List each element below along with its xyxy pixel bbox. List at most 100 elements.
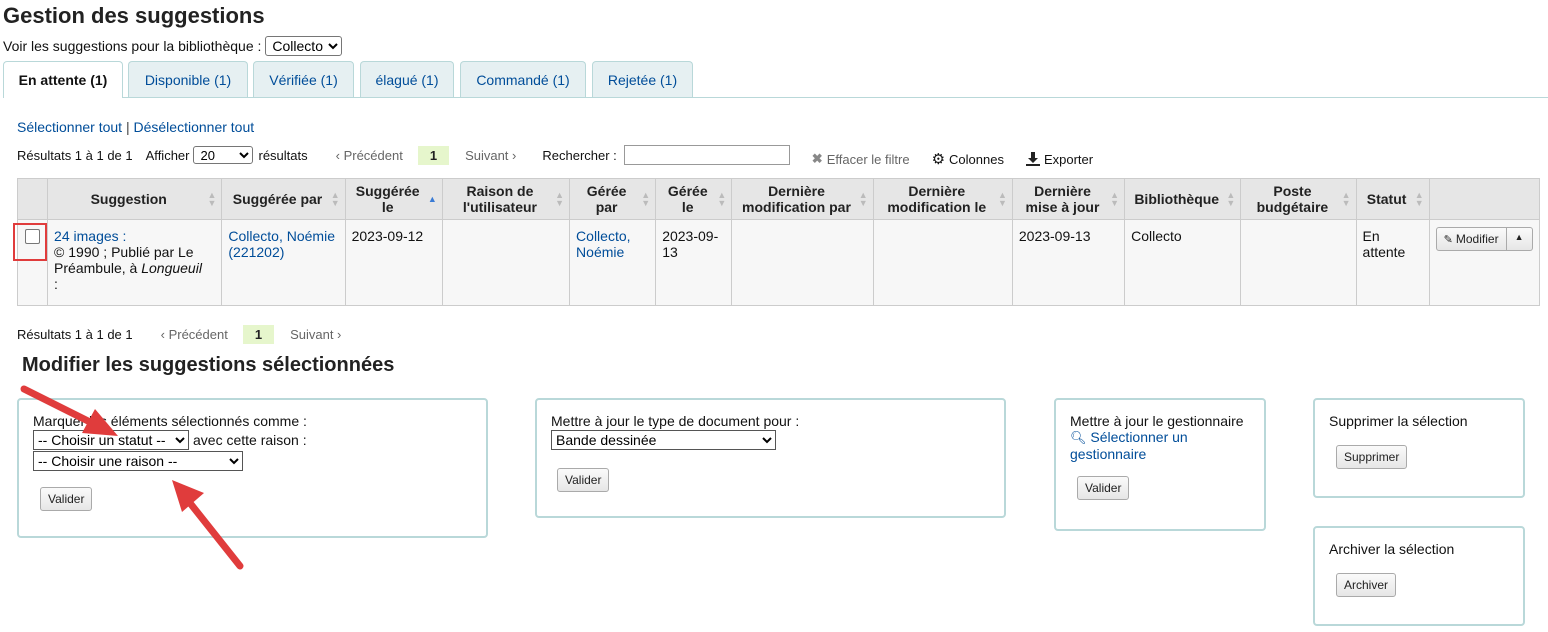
modify-label: Modifier [1455, 232, 1499, 246]
header-last-update[interactable]: Dernière mise à jour ▲ ▼ [1011, 178, 1126, 220]
header-managed-date[interactable]: Gérée le ▲ ▼ [655, 178, 733, 220]
managed-by-link[interactable]: Collecto, Noémie [576, 228, 630, 260]
search-input[interactable] [623, 145, 790, 165]
header-status[interactable]: Statut ▲ ▼ [1355, 178, 1430, 220]
reason-cell [441, 219, 571, 306]
bottom-prev-button[interactable]: ‹ Précédent [161, 327, 228, 342]
action-group: ✎ Modifier ▲ [1435, 227, 1533, 251]
pencil-icon: ✎ [1443, 233, 1453, 246]
clear-filter-label: Effacer le filtre [826, 151, 910, 167]
header-lastmod-by[interactable]: Dernière modification par ▲ ▼ [731, 178, 874, 220]
suggested-by-link[interactable]: Collecto, Noémie (221202) [228, 228, 335, 260]
reason-label: avec cette raison : [193, 432, 307, 448]
search-icon: 🔍︎ [1070, 430, 1087, 445]
modify-section-title: Modifier les suggestions sélectionnées [22, 354, 395, 376]
suggestion-title-link[interactable]: 24 images : [54, 228, 126, 244]
library-label: Voir les suggestions pour la bibliothèqu… [3, 38, 262, 54]
suggested-date-cell: 2023-09-12 [344, 219, 443, 306]
doctype-panel: Mettre à jour le type de document pour :… [535, 398, 1006, 518]
library-filter: Voir les suggestions pour la bibliothèqu… [3, 36, 343, 56]
budget-cell [1240, 219, 1357, 306]
suggestion-trail: : [54, 276, 58, 292]
separator: | [125, 119, 130, 135]
caret-up-icon[interactable]: ▲ [1506, 227, 1533, 251]
delete-button[interactable]: Supprimer [1336, 445, 1408, 469]
managed-by-cell: Collecto, Noémie [569, 219, 657, 306]
lastmod-date-cell [872, 219, 1013, 306]
suggested-by-cell: Collecto, Noémie (221202) [221, 219, 346, 306]
status-tabs: En attente (1) Disponible (1) Vérifiée (… [3, 61, 1548, 98]
status-submit-button[interactable]: Valider [40, 487, 93, 511]
header-user-reason[interactable]: Raison de l'utilisateur ▲ ▼ [441, 178, 571, 220]
modify-button[interactable]: ✎ Modifier [1435, 227, 1507, 251]
header-lastmod-date[interactable]: Dernière modification le ▲ ▼ [872, 178, 1013, 220]
next-button[interactable]: Suivant › [465, 148, 516, 163]
manager-label: Mettre à jour le gestionnaire [1070, 413, 1244, 429]
last-update-cell: 2023-09-13 [1011, 219, 1126, 306]
header-suggested-by[interactable]: Suggérée par ▲ ▼ [221, 178, 346, 220]
header-suggestion[interactable]: Suggestion ▲ ▼ [47, 178, 223, 220]
bottom-results-count: Résultats 1 à 1 de 1 [17, 327, 133, 342]
bottom-pager: Résultats 1 à 1 de 1 ‹ Précédent 1 Suiva… [17, 325, 341, 344]
manager-panel: Mettre à jour le gestionnaire 🔍︎ Sélecti… [1054, 398, 1266, 531]
select-manager-label: Sélectionner un gestionnaire [1070, 429, 1188, 462]
actions-cell: ✎ Modifier ▲ [1428, 219, 1541, 306]
checkbox-highlight [13, 223, 47, 261]
results-count: Résultats 1 à 1 de 1 [17, 147, 133, 163]
bottom-page-number[interactable]: 1 [242, 325, 275, 344]
archive-button[interactable]: Archiver [1336, 573, 1397, 597]
lastmod-by-cell [731, 219, 874, 306]
selection-links: Sélectionner tout | Désélectionner tout [17, 119, 254, 135]
header-managed-by[interactable]: Gérée par ▲ ▼ [569, 178, 657, 220]
header-library[interactable]: Bibliothèque ▲ ▼ [1124, 178, 1242, 220]
delete-panel: Supprimer la sélection Supprimer [1313, 398, 1525, 498]
delete-label: Supprimer la sélection [1329, 413, 1468, 429]
export-button[interactable]: Exporter [1025, 151, 1094, 167]
library-cell: Collecto [1124, 219, 1242, 306]
tab-disponible[interactable]: Disponible (1) [128, 61, 248, 97]
tab-verifiee[interactable]: Vérifiée (1) [253, 61, 354, 97]
search-label: Rechercher : [542, 147, 617, 163]
columns-button[interactable]: ⚙ Colonnes [932, 150, 1004, 168]
export-label: Exporter [1043, 151, 1094, 167]
tab-rejetee[interactable]: Rejetée (1) [592, 61, 693, 97]
suggestion-place: Longueuil [141, 260, 202, 276]
status-panel-label: Marquer les éléments sélectionnés comme … [33, 413, 307, 429]
table-header-row: Suggestion ▲ ▼ Suggérée par ▲ ▼ Suggérée le ▲… [16, 178, 1541, 220]
page-number[interactable]: 1 [417, 145, 450, 165]
page-size-select[interactable]: 20 [193, 146, 254, 164]
select-all-link[interactable]: Sélectionner tout [17, 119, 122, 135]
results-label: résultats [258, 147, 308, 163]
columns-label: Colonnes [949, 151, 1004, 167]
clear-filter-button[interactable]: ✖ Effacer le filtre [812, 151, 910, 167]
status-select[interactable]: -- Choisir un statut -- [33, 430, 189, 450]
show-label: Afficher [145, 147, 190, 163]
library-select[interactable]: Collecto [265, 36, 343, 56]
suggestion-cell: 24 images : © 1990 ; Publié par Le Préam… [47, 219, 223, 306]
page-title: Gestion des suggestions [3, 3, 265, 28]
reason-select[interactable]: -- Choisir une raison -- [33, 451, 243, 471]
tab-elague[interactable]: élagué (1) [360, 61, 454, 97]
table-toolbar: Résultats 1 à 1 de 1 Afficher 20 résulta… [17, 145, 1117, 168]
close-icon: ✖ [811, 151, 823, 166]
bottom-next-button[interactable]: Suivant › [290, 327, 341, 342]
archive-label: Archiver la sélection [1329, 541, 1455, 557]
archive-panel: Archiver la sélection Archiver [1313, 526, 1525, 626]
header-actions [1428, 178, 1541, 220]
select-manager-link[interactable]: 🔍︎ Sélectionner un gestionnaire [1070, 429, 1250, 462]
doctype-submit-button[interactable]: Valider [557, 468, 610, 492]
deselect-all-link[interactable]: Désélectionner tout [134, 119, 255, 135]
header-suggested-date[interactable]: Suggérée le ▲ [344, 178, 443, 220]
tab-commande[interactable]: Commandé (1) [460, 61, 586, 97]
table-row: 24 images : © 1990 ; Publié par Le Préam… [16, 219, 1541, 306]
manager-submit-button[interactable]: Valider [1077, 476, 1130, 500]
gear-icon: ⚙ [931, 151, 946, 168]
prev-button[interactable]: ‹ Précédent [336, 148, 403, 163]
managed-date-cell: 2023-09-13 [655, 219, 733, 306]
tab-en-attente[interactable]: En attente (1) [3, 61, 123, 98]
header-budget[interactable]: Poste budgétaire ▲ ▼ [1240, 178, 1357, 220]
doctype-select[interactable]: Bande dessinée [551, 430, 776, 450]
download-icon [1025, 152, 1040, 166]
doctype-label: Mettre à jour le type de document pour : [551, 413, 800, 429]
status-cell: En attente [1355, 219, 1430, 306]
